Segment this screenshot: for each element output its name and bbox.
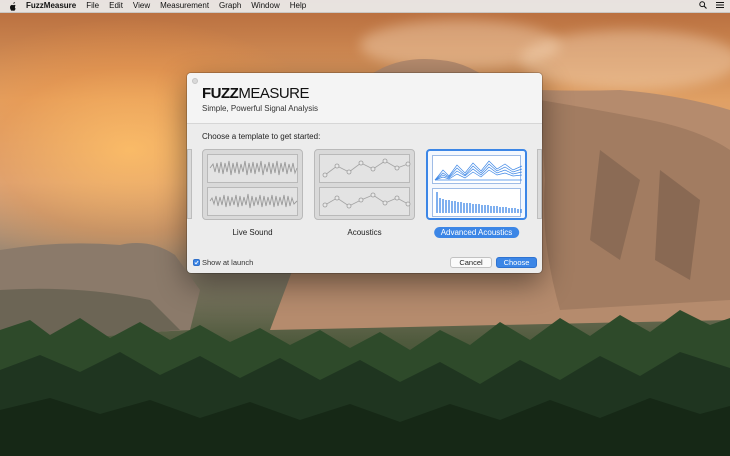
carousel-next-edge[interactable] [537, 149, 542, 219]
choose-template-prompt: Choose a template to get started: [202, 132, 321, 141]
impulse-bars-graphic [436, 192, 522, 213]
menu-graph[interactable]: Graph [219, 0, 241, 12]
template-label[interactable]: Advanced Acoustics [433, 227, 520, 238]
thumbnail-graph-top [319, 154, 411, 183]
dialog-header: FUZZMEASURE Simple, Powerful Signal Anal… [187, 73, 542, 124]
thumbnail-graph-bottom [432, 188, 522, 217]
choose-button[interactable]: Choose [496, 257, 537, 268]
thumbnail-graph-top [207, 154, 298, 183]
checkmark-icon [194, 260, 199, 265]
template-chooser-dialog: FUZZMEASURE Simple, Powerful Signal Anal… [187, 73, 542, 273]
menu-view[interactable]: View [133, 0, 150, 12]
search-icon[interactable] [699, 1, 707, 11]
apple-logo-icon[interactable] [9, 1, 18, 11]
line-graph-graphic [322, 158, 411, 178]
menu-file[interactable]: File [86, 0, 99, 12]
show-at-launch-checkbox[interactable] [193, 259, 200, 266]
menu-window[interactable]: Window [251, 0, 279, 12]
tagline: Simple, Powerful Signal Analysis [202, 104, 319, 113]
list-icon[interactable] [716, 1, 724, 11]
waterfall-graphic [434, 160, 523, 181]
template-live-sound[interactable]: Live Sound [202, 149, 303, 237]
waveform-graphic [209, 160, 298, 176]
template-thumbnail[interactable] [426, 149, 527, 220]
line-graph-graphic [322, 192, 411, 209]
close-button[interactable] [192, 78, 198, 84]
template-acoustics[interactable]: Acoustics [314, 149, 415, 237]
fuzzmeasure-logo: FUZZMEASURE [202, 85, 310, 102]
waveform-graphic [209, 193, 298, 209]
template-advanced-acoustics[interactable]: Advanced Acoustics [426, 149, 527, 238]
carousel-previous-edge[interactable] [187, 149, 192, 219]
menu-edit[interactable]: Edit [109, 0, 123, 12]
thumbnail-graph-bottom [207, 187, 298, 216]
show-at-launch-label[interactable]: Show at launch [202, 258, 253, 267]
template-thumbnail[interactable] [314, 149, 415, 220]
template-label[interactable]: Acoustics [340, 227, 388, 238]
menu-bar: FuzzMeasure File Edit View Measurement G… [0, 0, 730, 13]
menu-help[interactable]: Help [290, 0, 306, 12]
menu-extras [699, 0, 724, 12]
cancel-button[interactable]: Cancel [450, 257, 492, 268]
menu-measurement[interactable]: Measurement [160, 0, 209, 12]
template-label[interactable]: Live Sound [225, 227, 279, 238]
template-thumbnail[interactable] [202, 149, 303, 220]
logo-measure: MEASURE [238, 85, 310, 102]
thumbnail-graph-bottom [319, 187, 411, 216]
menu-app-name[interactable]: FuzzMeasure [26, 0, 76, 12]
logo-fuzz: FUZZ [202, 85, 239, 102]
thumbnail-graph-top [432, 155, 523, 184]
